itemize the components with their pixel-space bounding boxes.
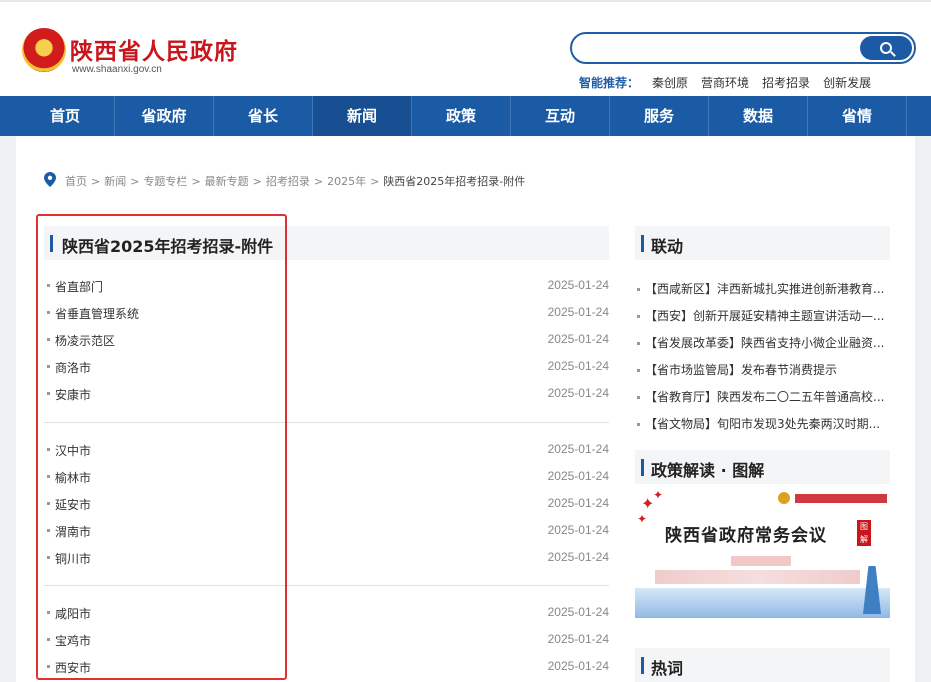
recommend-link[interactable]: 秦创原: [652, 74, 688, 91]
list-item-date: 2025-01-24: [547, 278, 609, 292]
linkage-item[interactable]: 【省教育厅】陕西发布二〇二五年普通高校...: [635, 384, 890, 411]
recommend-bar: 智能推荐： 秦创原 营商环境 招考招录 创新发展: [579, 74, 871, 91]
search-input[interactable]: [586, 38, 856, 60]
linkage-link[interactable]: 【省发展改革委】陕西省支持小微企业融资...: [645, 334, 890, 351]
recommend-label: 智能推荐：: [579, 76, 640, 90]
city-skyline-graphic: [635, 588, 890, 618]
title-accent-bar: [641, 235, 644, 252]
recommend-link[interactable]: 招考招录: [762, 74, 810, 91]
banner-subtitle-strip: [731, 556, 791, 566]
nav-item-province-info[interactable]: 省情: [808, 96, 907, 136]
breadcrumb-link[interactable]: 首页: [65, 175, 87, 188]
linkage-item[interactable]: 【西咸新区】沣西新城扎实推进创新港教育...: [635, 276, 890, 303]
breadcrumb: 首页 > 新闻 > 专题专栏 > 最新专题 > 招考招录 >2025年 > 陕西省2025年招考招录-…: [65, 175, 526, 188]
list-item-date: 2025-01-24: [547, 469, 609, 483]
list-item-date: 2025-01-24: [547, 659, 609, 673]
linkage-item[interactable]: 【省市场监管局】发布春节消费提示: [635, 357, 890, 384]
site-title[interactable]: 陕西省人民政府: [70, 32, 238, 66]
list-item-date: 2025-01-24: [547, 496, 609, 510]
list-item-date: 2025-01-24: [547, 523, 609, 537]
list-item-date: 2025-01-24: [547, 550, 609, 564]
breadcrumb-link[interactable]: 2025年: [327, 175, 366, 188]
national-emblem-icon: [22, 28, 66, 72]
breadcrumb-link[interactable]: 新闻: [104, 175, 126, 188]
breadcrumb-link[interactable]: 最新专题: [205, 175, 249, 188]
list-item-date: 2025-01-24: [547, 305, 609, 319]
nav-item-data[interactable]: 数据: [709, 96, 808, 136]
emblem-icon: [778, 492, 790, 504]
policy-section-header: 政策解读 · 图解: [635, 450, 890, 484]
main-nav: 首页 省政府 省长 新闻 政策 互动 服务 数据 省情: [0, 96, 931, 136]
search-icon: [880, 42, 892, 54]
linkage-item[interactable]: 【省发展改革委】陕西省支持小微企业融资...: [635, 330, 890, 357]
title-accent-bar: [641, 459, 644, 476]
linkage-section-header: 联动: [635, 226, 890, 260]
bird-icon: ✦: [637, 512, 648, 526]
list-item-date: 2025-01-24: [547, 386, 609, 400]
linkage-link[interactable]: 【省市场监管局】发布春节消费提示: [645, 361, 890, 378]
nav-item-home[interactable]: 首页: [16, 96, 115, 136]
bird-icon: ✦: [653, 488, 664, 502]
policy-banner-image[interactable]: ✦ ✦ ✦ 陕西省政府常务会议 图解: [635, 488, 890, 618]
nav-item-interaction[interactable]: 互动: [511, 96, 610, 136]
nav-item-policy[interactable]: 政策: [412, 96, 511, 136]
linkage-item[interactable]: 【省文物局】旬阳市发现3处先秦两汉时期...: [635, 411, 890, 438]
search-box: [570, 32, 916, 64]
pagoda-graphic: [863, 566, 881, 614]
linkage-list: 【西咸新区】沣西新城扎实推进创新港教育... 【西安】创新开展延安精神主题宣讲活…: [635, 276, 890, 438]
breadcrumb-link[interactable]: 专题专栏: [143, 175, 187, 188]
highlight-box: [36, 214, 287, 680]
recommend-link[interactable]: 营商环境: [701, 74, 749, 91]
list-item-date: 2025-01-24: [547, 632, 609, 646]
breadcrumb-link[interactable]: 招考招录: [266, 175, 310, 188]
policy-banner-title: 陕西省政府常务会议: [665, 526, 827, 546]
banner-header-strip: [795, 494, 887, 503]
search-button[interactable]: [860, 36, 912, 60]
illustrated-tag: 图解: [857, 520, 871, 546]
linkage-link[interactable]: 【省教育厅】陕西发布二〇二五年普通高校...: [645, 388, 890, 405]
location-pin-icon: [44, 172, 56, 187]
list-item-date: 2025-01-24: [547, 359, 609, 373]
banner-date-strip: [655, 570, 860, 584]
linkage-item[interactable]: 【西安】创新开展延安精神主题宣讲活动—...: [635, 303, 890, 330]
nav-item-government[interactable]: 省政府: [115, 96, 214, 136]
title-accent-bar: [641, 657, 644, 674]
nav-item-governor[interactable]: 省长: [214, 96, 313, 136]
linkage-link[interactable]: 【省文物局】旬阳市发现3处先秦两汉时期...: [645, 415, 890, 432]
breadcrumb-current: 陕西省2025年招考招录-附件: [383, 175, 526, 188]
recommend-link[interactable]: 创新发展: [823, 74, 871, 91]
policy-title: 政策解读 · 图解: [651, 461, 765, 480]
nav-item-service[interactable]: 服务: [610, 96, 709, 136]
linkage-link[interactable]: 【西咸新区】沣西新城扎实推进创新港教育...: [645, 280, 890, 297]
linkage-link[interactable]: 【西安】创新开展延安精神主题宣讲活动—...: [645, 307, 890, 324]
hot-words-title: 热词: [651, 659, 684, 678]
site-header: 陕西省人民政府 www.shaanxi.gov.cn 智能推荐： 秦创原 营商环…: [0, 0, 931, 96]
site-url: www.shaanxi.gov.cn: [72, 64, 162, 75]
nav-item-news[interactable]: 新闻: [313, 96, 412, 136]
hot-words-section-header: 热词: [635, 648, 890, 682]
list-item-date: 2025-01-24: [547, 605, 609, 619]
list-item-date: 2025-01-24: [547, 332, 609, 346]
list-item-date: 2025-01-24: [547, 442, 609, 456]
linkage-title: 联动: [651, 237, 684, 256]
